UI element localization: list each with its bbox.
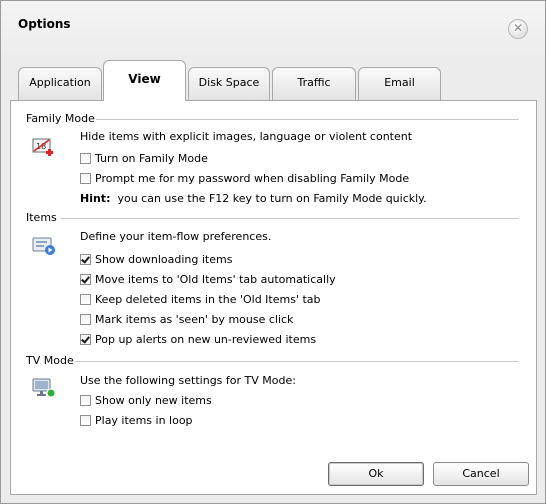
show-downloading-option[interactable]: Show downloading items <box>80 253 232 267</box>
popup-alerts-option[interactable]: Pop up alerts on new un-reviewed items <box>80 333 316 347</box>
show-downloading-checkbox[interactable] <box>80 254 91 265</box>
family-mode-description: Hide items with explicit images, languag… <box>80 130 413 143</box>
turn-on-family-mode-option[interactable]: Turn on Family Mode <box>80 152 208 166</box>
popup-alerts-label: Pop up alerts on new un-reviewed items <box>95 333 317 346</box>
show-downloading-label: Show downloading items <box>95 253 233 266</box>
prompt-password-option[interactable]: Prompt me for my password when disabling… <box>80 172 409 186</box>
tab-application[interactable]: Application <box>18 67 102 100</box>
show-only-new-label: Show only new items <box>95 394 212 407</box>
cancel-button[interactable]: Cancel <box>433 462 529 486</box>
keep-deleted-option[interactable]: Keep deleted items in the 'Old Items' ta… <box>80 293 321 307</box>
dialog-title: Options <box>18 17 71 31</box>
show-only-new-option[interactable]: Show only new items <box>80 394 212 408</box>
turn-on-family-mode-label: Turn on Family Mode <box>95 152 208 165</box>
popup-alerts-checkbox[interactable] <box>80 334 91 345</box>
hint-text: you can use the F12 key to turn on Famil… <box>117 192 427 205</box>
items-divider <box>61 218 519 219</box>
play-loop-label: Play items in loop <box>95 414 193 427</box>
tab-email[interactable]: Email <box>358 67 441 100</box>
mark-seen-label: Mark items as 'seen' by mouse click <box>95 313 294 326</box>
tv-mode-description: Use the following settings for TV Mode: <box>80 374 296 387</box>
tv-mode-section-title: TV Mode <box>26 354 74 367</box>
close-icon: ✕ <box>512 21 524 35</box>
tab-disk-space[interactable]: Disk Space <box>188 67 270 100</box>
tab-view[interactable]: View <box>103 60 186 101</box>
ok-button[interactable]: Ok <box>328 462 424 486</box>
close-button[interactable]: ✕ <box>508 19 528 39</box>
family-mode-hint: Hint: you can use the F12 key to turn on… <box>80 192 427 205</box>
move-old-items-checkbox[interactable] <box>80 274 91 285</box>
mark-seen-checkbox[interactable] <box>80 314 91 325</box>
tv-monitor-icon <box>32 378 56 398</box>
turn-on-family-mode-checkbox[interactable] <box>80 153 91 164</box>
move-old-items-option[interactable]: Move items to 'Old Items' tab automatica… <box>80 273 336 287</box>
prompt-password-label: Prompt me for my password when disabling… <box>95 172 410 185</box>
prompt-password-checkbox[interactable] <box>80 173 91 184</box>
keep-deleted-label: Keep deleted items in the 'Old Items' ta… <box>95 293 321 306</box>
play-loop-checkbox[interactable] <box>80 415 91 426</box>
show-only-new-checkbox[interactable] <box>80 395 91 406</box>
play-loop-option[interactable]: Play items in loop <box>80 414 193 428</box>
family-mode-section-title: Family Mode <box>26 112 95 125</box>
item-flow-icon <box>32 236 56 256</box>
mark-seen-option[interactable]: Mark items as 'seen' by mouse click <box>80 313 293 327</box>
tab-traffic[interactable]: Traffic <box>272 67 356 100</box>
items-section-title: Items <box>26 211 57 224</box>
move-old-items-label: Move items to 'Old Items' tab automatica… <box>95 273 336 286</box>
items-description: Define your item-flow preferences. <box>80 230 272 243</box>
family-mode-divider <box>96 119 519 120</box>
tv-mode-divider <box>75 361 519 362</box>
keep-deleted-checkbox[interactable] <box>80 294 91 305</box>
family-mode-18-icon: 18 <box>32 137 56 157</box>
options-dialog: Options ✕ Application View Disk Space Tr… <box>0 0 546 504</box>
hint-label: Hint: <box>80 192 111 205</box>
